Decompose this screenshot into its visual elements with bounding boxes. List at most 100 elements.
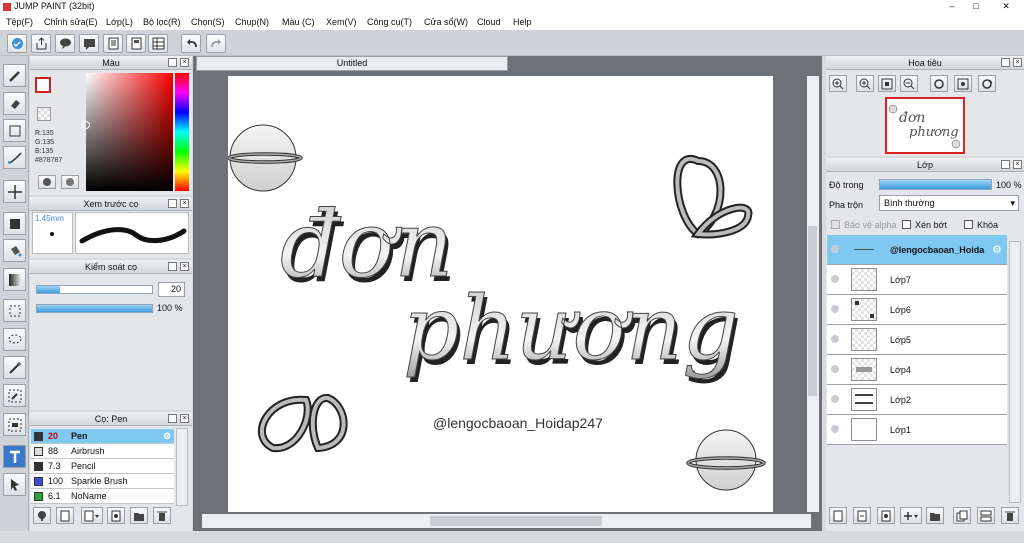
new-layer-button[interactable] [829,507,847,524]
layer-visibility-toggle[interactable] [831,425,839,433]
brush-size-slider[interactable] [36,285,153,294]
panel-float-icon[interactable] [168,414,177,423]
panel-close-icon[interactable]: × [180,414,189,423]
layer-item[interactable]: Lớp2 [827,385,1007,415]
share-button[interactable] [31,34,51,53]
move-tool[interactable] [3,180,26,203]
zoom-out-button[interactable] [900,75,918,92]
layer-item[interactable]: Lớp6 [827,295,1007,325]
add-layer-menu-button[interactable] [900,507,922,524]
menu-select[interactable]: Chọn(S) [191,17,225,27]
magic-wand-tool[interactable] [3,356,26,379]
canvas-vertical-scrollbar[interactable] [807,76,819,512]
brush-new-button[interactable] [56,507,74,524]
menu-color[interactable]: Màu (C) [282,17,315,27]
transparent-color-swatch[interactable] [37,107,51,121]
layer-visibility-toggle[interactable] [831,275,839,283]
lasso-tool[interactable] [3,328,26,351]
blend-mode-select[interactable]: Bình thường ▾ [879,195,1019,211]
fit-screen-button[interactable] [878,75,896,92]
menu-layer[interactable]: Lớp(L) [106,17,133,27]
canvas-horizontal-scrollbar[interactable] [202,514,811,528]
reset-view-button[interactable] [954,75,972,92]
panel-float-icon[interactable] [168,199,177,208]
brush-tool[interactable] [3,64,26,87]
rotate-left-button[interactable] [930,75,948,92]
menu-capture[interactable]: Chụp(N) [235,17,269,27]
panel-float-icon[interactable] [1001,58,1010,67]
layer-visibility-toggle[interactable] [831,335,839,343]
minimize-button[interactable]: – [940,0,964,13]
text-tool[interactable] [3,445,26,468]
message-button[interactable] [79,34,99,53]
panel-close-icon[interactable]: × [180,199,189,208]
menu-help[interactable]: Help [513,17,532,27]
duplicate-layer-button[interactable] [953,507,971,524]
brush-opacity-slider[interactable] [36,304,153,313]
new-layer-alt-button[interactable] [853,507,871,524]
page-button[interactable] [126,34,146,53]
menu-file[interactable]: Tệp(F) [6,17,33,27]
comment-button[interactable] [55,34,75,53]
document-button[interactable] [103,34,123,53]
layer-settings-button[interactable] [877,507,895,524]
brush-size-field[interactable]: 20 [158,282,185,297]
gear-icon[interactable]: ⚙ [992,243,1002,256]
brush-add-button[interactable] [33,507,51,524]
menu-edit[interactable]: Chỉnh sửa(E) [44,17,98,27]
gradient-tool[interactable] [3,268,26,291]
grid-button[interactable] [148,34,168,53]
layer-list-scrollbar[interactable] [1009,241,1021,503]
zoom-in-button[interactable] [829,75,847,92]
main-color-swatch[interactable] [35,77,51,93]
color-picker-cursor[interactable] [82,121,90,129]
menu-tools[interactable]: Công cụ(T) [367,17,412,27]
panel-float-icon[interactable] [168,58,177,67]
maximize-button[interactable]: □ [964,0,988,13]
layer-opacity-slider[interactable] [879,179,992,190]
gear-icon[interactable]: ⚙ [163,431,171,442]
brush-item-airbrush[interactable]: 88 Airbrush [31,444,174,459]
vertical-scroll-thumb[interactable] [808,226,817,396]
layer-item[interactable]: @lengocbaoan_Hoida ⚙ [827,235,1007,265]
layer-item[interactable]: Lớp5 [827,325,1007,355]
lock-checkbox[interactable] [964,220,973,229]
menu-filter[interactable]: Bộ lọc(R) [143,17,181,27]
zoom-plus-button[interactable] [856,75,874,92]
undo-button[interactable] [181,34,201,53]
brush-item-sparkle[interactable]: 100 Sparkle Brush [31,474,174,489]
layer-visibility-toggle[interactable] [831,245,839,253]
layer-item[interactable]: Lớp1 [827,415,1007,445]
saturation-brightness-picker[interactable] [82,73,173,191]
layer-visibility-toggle[interactable] [831,365,839,373]
color-history-button[interactable] [61,175,79,189]
panel-close-icon[interactable]: × [180,262,189,271]
cloud-button[interactable] [7,34,27,53]
brush-folder-button[interactable] [130,507,148,524]
close-window-button[interactable]: ✕ [988,0,1024,13]
brush-menu-button[interactable] [81,507,103,524]
layer-folder-button[interactable] [926,507,944,524]
menu-view[interactable]: Xem(V) [326,17,357,27]
rectangle-tool[interactable] [3,119,26,142]
redo-button[interactable] [206,34,226,53]
brush-settings-button[interactable] [107,507,125,524]
color-set-button[interactable] [38,175,56,189]
operation-tool[interactable] [3,473,26,496]
panel-float-icon[interactable] [1001,160,1010,169]
fill-rect-tool[interactable] [3,212,26,235]
hue-slider[interactable] [175,73,189,191]
panel-close-icon[interactable]: × [1013,160,1022,169]
horizontal-scroll-thumb[interactable] [430,516,602,526]
menu-cloud[interactable]: Cloud [477,17,501,27]
delete-layer-button[interactable] [1001,507,1019,524]
brush-item-pen[interactable]: 20 Pen ⚙ [31,429,174,444]
layer-item[interactable]: Lớp4 [827,355,1007,385]
clipping-checkbox[interactable] [902,220,911,229]
document-tab[interactable]: Untitled [196,56,508,71]
select-eraser-tool[interactable] [3,413,26,436]
layer-item[interactable]: Lớp7 [827,265,1007,295]
brush-item-pencil[interactable]: 7.3 Pencil [31,459,174,474]
protect-alpha-checkbox[interactable] [831,220,840,229]
panel-close-icon[interactable]: × [1013,58,1022,67]
